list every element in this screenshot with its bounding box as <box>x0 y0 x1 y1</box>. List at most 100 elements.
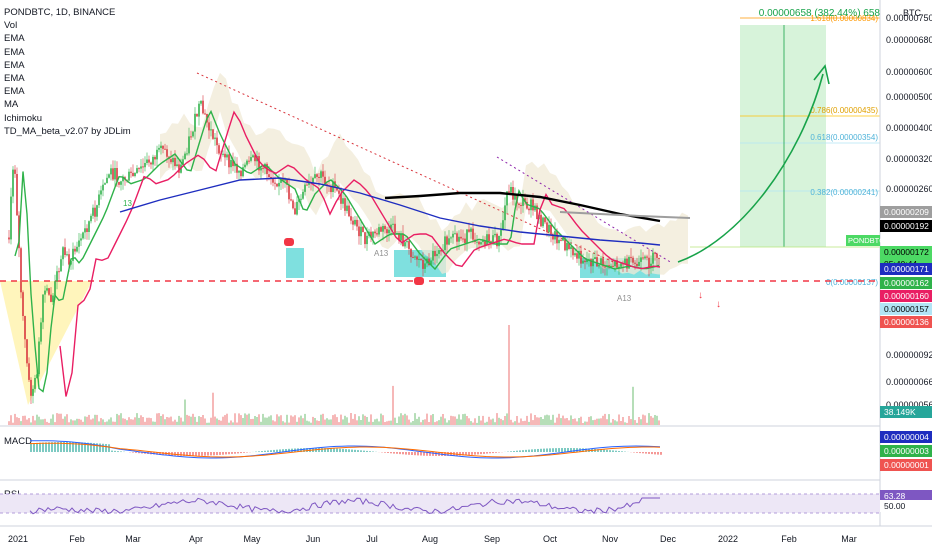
volume-bar <box>308 421 310 425</box>
macd-histogram-bar <box>201 452 203 456</box>
volume-bar <box>582 423 584 425</box>
macd-histogram-bar <box>525 449 527 452</box>
macd-histogram-bar <box>33 443 35 452</box>
time-tick: Sep <box>484 534 500 544</box>
candle-body <box>162 145 164 149</box>
volume-bar <box>512 422 514 425</box>
volume-bar <box>282 421 284 425</box>
candle-body <box>132 172 134 176</box>
candle-body <box>262 167 264 169</box>
candle-body <box>204 113 206 115</box>
volume-bar <box>438 420 440 425</box>
volume-bar <box>64 416 66 425</box>
volume-bar <box>536 417 538 425</box>
volume-bar <box>534 415 536 425</box>
volume-bar <box>572 419 574 425</box>
macd-histogram-bar <box>372 451 374 453</box>
volume-bar <box>86 416 88 425</box>
macd-histogram-bar <box>348 449 350 453</box>
price-tick: 0.00000092 <box>886 350 932 360</box>
candle-body <box>30 379 32 396</box>
candle-body <box>556 231 558 244</box>
candle-body <box>594 257 596 259</box>
candle-body <box>158 147 160 150</box>
candle-body <box>384 226 386 230</box>
volume-bar <box>424 419 426 425</box>
volume-bar <box>376 418 378 425</box>
volume-bar <box>10 415 12 425</box>
volume-bar <box>396 423 398 425</box>
volume-bar <box>258 414 260 425</box>
volume-bar <box>216 418 218 425</box>
price-tag-text: 38.149K <box>884 407 916 417</box>
candle-body <box>312 178 314 183</box>
candle-body <box>76 246 78 252</box>
candle-body <box>360 226 362 237</box>
volume-bar <box>116 413 118 425</box>
time-axis-labels[interactable]: 2021 Feb Mar Apr May Jun Jul Aug Sep Oct Nov Dec 202… <box>8 534 857 544</box>
volume-bar <box>322 413 324 425</box>
candle-body <box>446 236 448 245</box>
volume-bar <box>92 418 94 425</box>
macd-histogram-bar <box>555 448 557 453</box>
volume-bar <box>32 415 34 425</box>
candle-body <box>184 153 186 160</box>
volume-bar <box>414 413 416 425</box>
volume-bar <box>34 420 36 425</box>
macd-histogram-bar <box>522 450 524 453</box>
volume-bar <box>290 415 292 425</box>
candle-body <box>128 171 130 181</box>
macd-histogram-bar <box>390 452 392 454</box>
candle-body <box>152 156 154 165</box>
volume-bar <box>50 418 52 425</box>
macd-histogram-bar <box>219 452 221 455</box>
volume-bar <box>596 418 598 425</box>
volume-bar <box>386 421 388 425</box>
volume-bar <box>370 414 372 425</box>
candle-body <box>372 231 374 238</box>
candle-body <box>56 271 58 282</box>
volume-bar <box>28 418 30 425</box>
candle-body <box>420 258 422 260</box>
macd-histogram-bar <box>345 449 347 453</box>
candle-body <box>54 281 56 296</box>
candle-body <box>140 166 142 169</box>
volume-bar <box>460 419 462 425</box>
macd-histogram-bar <box>534 449 536 452</box>
candle-body <box>346 205 348 211</box>
volume-bar <box>540 417 542 425</box>
volume-bar <box>402 415 404 425</box>
volume-bar <box>42 419 44 425</box>
candle-body <box>42 294 44 323</box>
macd-histogram-bar <box>537 448 539 452</box>
candle-body <box>78 240 80 247</box>
volume-bar <box>152 421 154 425</box>
candle-body <box>156 149 158 160</box>
volume-bar <box>504 416 506 425</box>
volume-bar <box>484 422 486 425</box>
candle-body <box>186 153 188 155</box>
volume-bar <box>184 399 186 425</box>
macd-histogram-bar <box>633 452 635 453</box>
macd-histogram-bar <box>648 452 650 454</box>
candle-body <box>408 241 410 249</box>
price-tick: 0.00000600 <box>886 67 932 77</box>
macd-histogram-bar <box>519 450 521 453</box>
candle-body <box>480 242 482 245</box>
volume-bar <box>390 420 392 425</box>
macd-histogram-bar <box>225 452 227 455</box>
volume-bar <box>338 422 340 425</box>
candle-body <box>48 288 50 295</box>
time-tick: May <box>243 534 261 544</box>
volume-bar <box>260 421 262 425</box>
volume-bar <box>298 417 300 425</box>
candle-body <box>12 169 14 197</box>
volume-bar <box>422 419 424 425</box>
price-tick: 0.00000260 <box>886 184 932 194</box>
volume-bar <box>426 413 428 425</box>
price-chart[interactable]: 1.618(0.00000834) 0.786(0.00000435) 0.61… <box>0 0 932 550</box>
volume-bar <box>316 420 318 425</box>
currency-label[interactable]: BTC <box>903 8 922 18</box>
candle-body <box>208 122 210 131</box>
volume-bar <box>454 416 456 425</box>
